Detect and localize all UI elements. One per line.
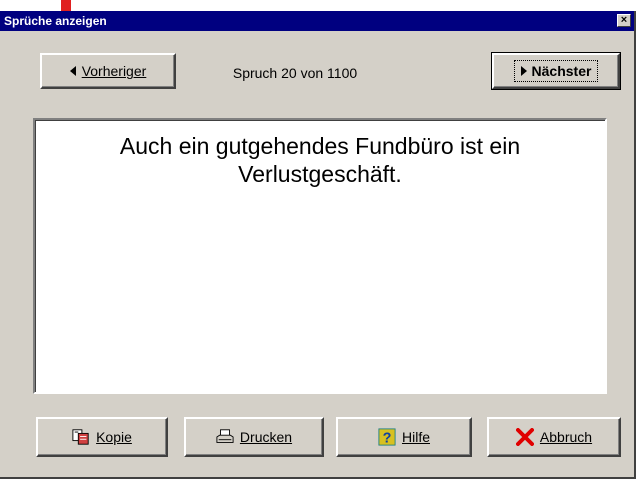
triangle-right-icon — [520, 66, 527, 76]
print-button[interactable]: Drucken — [184, 417, 324, 457]
next-label: Nächster — [531, 63, 592, 79]
copy-icon — [72, 429, 89, 445]
next-button[interactable]: Nächster — [491, 52, 621, 90]
printer-icon — [216, 429, 234, 443]
svg-text:?: ? — [383, 430, 392, 446]
copy-button[interactable]: Kopie — [36, 417, 168, 457]
quote-display: Auch ein gutgehendes Fundbüro ist ein Ve… — [33, 118, 607, 394]
focus-rect: Nächster — [513, 60, 599, 82]
x-cancel-icon — [515, 428, 534, 446]
copy-label: Kopie — [96, 429, 132, 445]
triangle-left-icon — [69, 66, 76, 76]
window-title: Sprüche anzeigen — [4, 14, 107, 28]
previous-label: Vorheriger — [81, 63, 147, 79]
close-icon: × — [620, 14, 628, 26]
title-bar: Sprüche anzeigen × — [0, 11, 634, 31]
cancel-label: Abbruch — [539, 429, 593, 445]
help-button[interactable]: ? Hilfe — [336, 417, 472, 457]
help-label: Hilfe — [401, 429, 430, 445]
print-label: Drucken — [239, 429, 293, 445]
previous-button[interactable]: Vorheriger — [40, 53, 176, 89]
cancel-button[interactable]: Abbruch — [487, 417, 621, 457]
dialog-window: Sprüche anzeigen × Vorheriger Spruch 20 … — [0, 11, 636, 479]
quote-text: Auch ein gutgehendes Fundbüro ist ein Ve… — [119, 133, 521, 187]
close-button[interactable]: × — [617, 14, 631, 27]
quote-counter: Spruch 20 von 1100 — [232, 65, 358, 81]
help-icon: ? — [378, 428, 396, 446]
